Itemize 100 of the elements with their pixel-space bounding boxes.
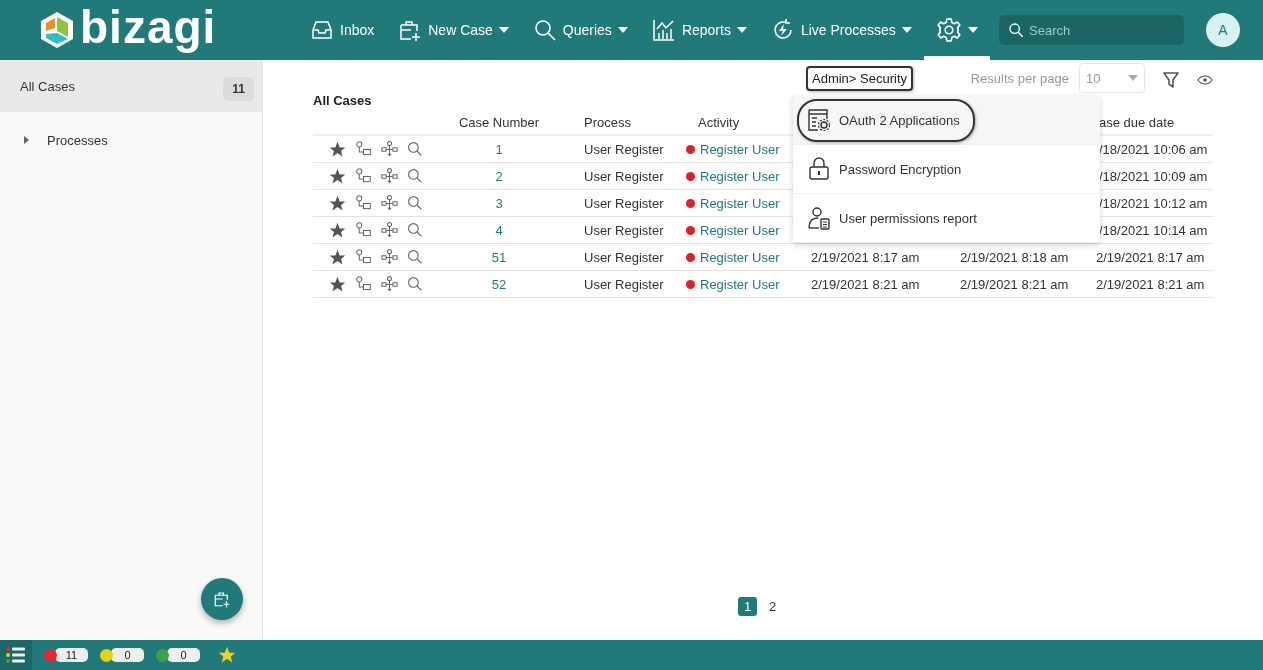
search-icon[interactable]	[407, 141, 423, 157]
table-cell: User Register	[584, 141, 664, 157]
page-button[interactable]: 1	[738, 597, 757, 616]
search-icon[interactable]	[407, 249, 423, 265]
window-gear-icon	[807, 108, 831, 132]
nav-menu-item[interactable]: New Case	[386, 0, 521, 60]
user-avatar[interactable]: A	[1206, 13, 1240, 47]
inbox-icon	[310, 18, 334, 42]
expand-arrow-icon	[24, 136, 29, 144]
star-icon[interactable]	[329, 275, 346, 293]
settings-icon[interactable]	[935, 17, 962, 43]
route-icon[interactable]	[355, 275, 372, 293]
table-cell: User Register	[584, 195, 664, 211]
search-icon[interactable]	[407, 168, 423, 184]
results-select[interactable]: 10	[1079, 63, 1145, 93]
case-number-link[interactable]: 52	[491, 276, 507, 292]
star-icon[interactable]	[329, 248, 346, 266]
new-case-button[interactable]	[201, 578, 243, 620]
case-number-link[interactable]: 4	[495, 222, 503, 238]
table-cell: 2/19/2021 8:17 am	[1096, 249, 1205, 265]
sidebar-item[interactable]: All Cases 11	[0, 60, 262, 112]
table-cell: /18/2021 10:14 am	[1099, 222, 1208, 238]
status-dot	[686, 198, 695, 208]
sidebar-item[interactable]: Processes	[0, 112, 262, 168]
chart-icon	[651, 18, 676, 42]
flow-diagram-icon[interactable]	[381, 248, 398, 266]
flow-diagram-icon[interactable]	[381, 275, 398, 293]
menu-item[interactable]: User permissions report	[793, 194, 1100, 243]
table-cell: User Register	[584, 276, 664, 292]
case-number-link[interactable]: 1	[495, 141, 503, 157]
search-field[interactable]: Search	[999, 15, 1184, 45]
results-label: Results per page	[970, 70, 1069, 86]
activity-link[interactable]: Register User	[700, 222, 780, 238]
column-header: Case Number	[458, 114, 540, 130]
flow-diagram-icon[interactable]	[381, 167, 398, 185]
route-icon[interactable]	[355, 194, 372, 212]
star-icon[interactable]	[329, 140, 346, 158]
activity-link[interactable]: Register User	[700, 195, 780, 211]
activity-link[interactable]: Register User	[700, 141, 780, 157]
activity-link[interactable]: Register User	[700, 276, 780, 292]
nav-menu-item[interactable]: Live Processes	[758, 0, 924, 60]
activity-link[interactable]: Register User	[700, 168, 780, 184]
table-cell: /18/2021 10:12 am	[1099, 195, 1208, 211]
table-cell: /18/2021 10:09 am	[1099, 168, 1208, 184]
nav-menu-item[interactable]: Inbox	[298, 0, 387, 60]
flow-diagram-icon[interactable]	[381, 194, 398, 212]
search-icon[interactable]	[407, 222, 423, 238]
status-dot	[686, 225, 695, 235]
nav-menu-item[interactable]: Reports	[639, 0, 759, 60]
column-header: Activity	[698, 114, 740, 130]
filter-button[interactable]	[1163, 72, 1179, 88]
route-icon[interactable]	[355, 140, 372, 158]
count-badge: 0	[111, 648, 144, 662]
count-badge: 0	[167, 648, 200, 662]
status-dot	[686, 144, 695, 154]
status-dot	[686, 252, 695, 262]
table-cell: 2/19/2021 8:21 am	[960, 276, 1069, 292]
flow-diagram-icon[interactable]	[381, 140, 398, 158]
menu-button[interactable]	[0, 640, 32, 670]
case-number-link[interactable]: 51	[491, 249, 507, 265]
page-button[interactable]: 2	[763, 597, 782, 616]
list-icon	[6, 647, 26, 663]
menu-item[interactable]: Password Encryption	[793, 145, 1100, 194]
search-icon[interactable]	[407, 276, 423, 292]
column-header: ase due date	[1099, 114, 1175, 130]
table-cell: User Register	[584, 249, 664, 265]
star-icon[interactable]	[329, 221, 346, 239]
page-title: All Cases	[313, 92, 373, 108]
table-cell: 2/19/2021 8:17 am	[811, 249, 920, 265]
search-icon	[1008, 22, 1024, 38]
route-icon[interactable]	[355, 221, 372, 239]
activity-link[interactable]: Register User	[700, 249, 780, 265]
user-document-icon	[807, 206, 831, 230]
briefcase-plus-icon	[213, 590, 231, 608]
lock-icon	[807, 157, 831, 181]
route-icon[interactable]	[355, 248, 372, 266]
case-number-link[interactable]: 2	[495, 168, 503, 184]
count-badge: 11	[223, 77, 254, 101]
breadcrumb-label: Admin> Security	[806, 66, 913, 91]
filter-icon	[1163, 72, 1179, 88]
table-cell: /18/2021 10:06 am	[1099, 141, 1208, 157]
table-cell: User Register	[584, 222, 664, 238]
table-cell: 2/19/2021 8:21 am	[1096, 276, 1205, 292]
search-icon[interactable]	[407, 195, 423, 211]
menu-item[interactable]: OAuth 2 Applications	[793, 96, 1100, 145]
nav-menu-item[interactable]: Queries	[520, 0, 640, 60]
star-icon[interactable]	[329, 194, 346, 212]
flow-diagram-icon[interactable]	[381, 221, 398, 239]
case-number-link[interactable]: 3	[495, 195, 503, 211]
briefcase-plus-icon	[398, 18, 423, 42]
table-cell: User Register	[584, 168, 664, 184]
search-icon	[532, 18, 557, 42]
caret-icon	[1128, 75, 1138, 81]
star-icon[interactable]	[218, 646, 236, 664]
view-button[interactable]	[1197, 74, 1213, 86]
star-icon[interactable]	[329, 167, 346, 185]
route-icon[interactable]	[355, 167, 372, 185]
count-badge: 11	[55, 648, 88, 662]
hexagon-logo-icon	[40, 11, 74, 49]
table-cell: 2/19/2021 8:18 am	[960, 249, 1069, 265]
